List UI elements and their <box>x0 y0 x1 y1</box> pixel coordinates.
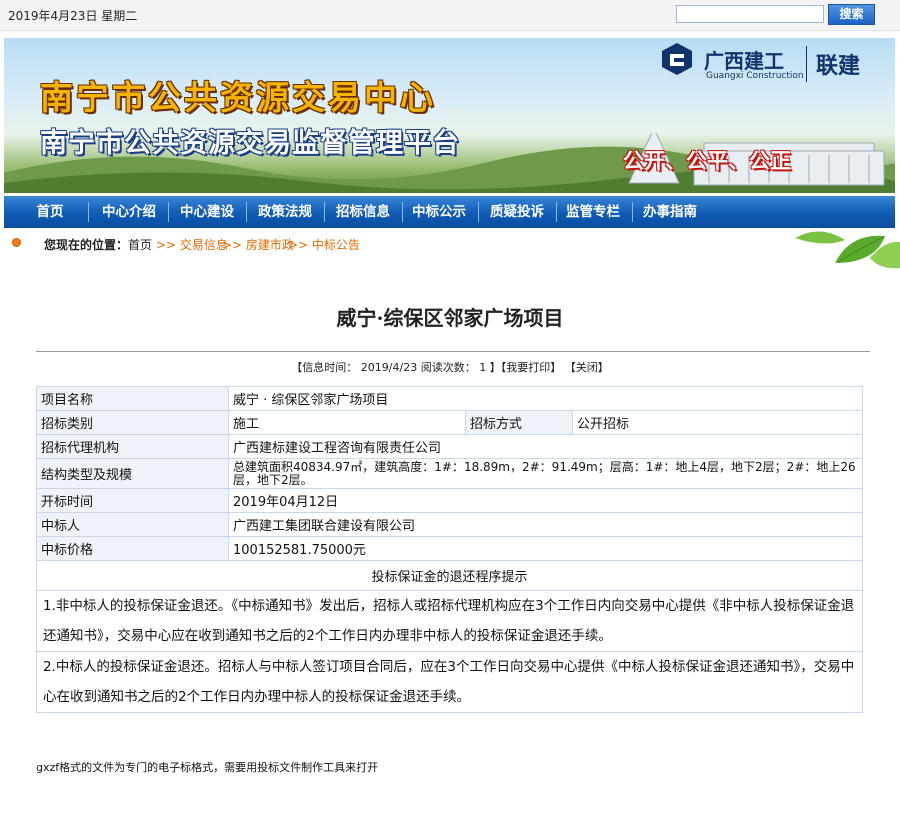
logo-text-lianjian: 联建 <box>816 54 861 79</box>
nav-separator <box>168 202 169 222</box>
breadcrumb-building[interactable]: >> 房建市政 <box>222 236 294 253</box>
cell-value: 公开招标 <box>572 410 863 435</box>
cell-value: 广西建工集团联合建设有限公司 <box>228 512 863 537</box>
footer-note: gxzf格式的文件为专门的电子标格式，需要用投标文件制作工具来打开 <box>36 761 379 774</box>
search-input[interactable] <box>676 5 824 23</box>
table-row: 投标保证金的退还程序提示 <box>36 560 863 591</box>
cell-label: 项目名称 <box>36 386 229 411</box>
logo-text-en: Guangxi Construction <box>706 71 804 81</box>
cell-label: 招标方式 <box>465 410 573 435</box>
breadcrumb-home[interactable]: 首页 <box>128 236 152 253</box>
cell-label: 中标人 <box>36 512 229 537</box>
table-row: 2.中标人的投标保证金退还。招标人与中标人签订项目合同后，应在3个工作日向交易中… <box>36 651 863 713</box>
bullet-icon <box>12 238 21 247</box>
nav-item-tender-info[interactable]: 招标信息 <box>326 196 400 228</box>
notice-item-2: 2.中标人的投标保证金退还。招标人与中标人签订项目合同后，应在3个工作日向交易中… <box>36 651 863 713</box>
leaves-decoration-icon <box>795 231 900 269</box>
table-row: 结构类型及规模 总建筑面积40834.97㎡，建筑高度：1#：18.89m，2#… <box>36 458 863 489</box>
table-row: 1.非中标人的投标保证金退还。《中标通知书》发出后，招标人或招标代理机构应在3个… <box>36 590 863 652</box>
meta-date: 2019/4/23 <box>360 361 418 374</box>
print-link[interactable]: 】【我要打印】 <box>490 361 562 374</box>
nav-item-supervision[interactable]: 监管专栏 <box>556 196 630 228</box>
cell-value: 威宁 · 综保区邻家广场项目 <box>228 386 863 411</box>
breadcrumb-award[interactable]: >> 中标公告 <box>288 236 360 253</box>
table-row: 招标代理机构 广西建标建设工程咨询有限责任公司 <box>36 434 863 459</box>
title-divider <box>36 351 870 352</box>
nav-item-home[interactable]: 首页 <box>20 196 80 228</box>
notice-item-1: 1.非中标人的投标保证金退还。《中标通知书》发出后，招标人或招标代理机构应在3个… <box>36 590 863 652</box>
search-button[interactable]: 搜索 <box>828 4 875 25</box>
table-row: 项目名称 威宁 · 综保区邻家广场项目 <box>36 386 863 411</box>
sponsor-logo: 广西建工 Guangxi Construction 联建 <box>660 42 872 92</box>
cell-value: 总建筑面积40834.97㎡，建筑高度：1#：18.89m，2#：91.49m；… <box>228 458 863 489</box>
nav-separator <box>478 202 479 222</box>
article-meta: 【信息时间： 2019/4/23 阅读次数： 1 】【我要打印】 【关闭】 <box>0 359 900 375</box>
meta-views: 1 <box>479 361 487 374</box>
nav-separator <box>88 202 89 222</box>
cell-label: 结构类型及规模 <box>36 458 229 489</box>
breadcrumb-label: 您现在的位置： <box>44 238 129 252</box>
banner-slogan: 公开、公平、公正 <box>623 149 791 173</box>
logo-text-cn: 广西建工 <box>704 49 784 73</box>
nav-item-award-notice[interactable]: 中标公示 <box>402 196 476 228</box>
breadcrumb-trade-info[interactable]: >> 交易信息 <box>156 236 228 253</box>
nav-item-policy[interactable]: 政策法规 <box>248 196 322 228</box>
top-bar: 2019年4月23日 星期二 搜索 <box>0 0 900 31</box>
article-title: 威宁·综保区邻家广场项目 <box>336 306 564 330</box>
notice-title: 投标保证金的退还程序提示 <box>36 560 863 591</box>
nav-separator <box>246 202 247 222</box>
nav-item-construction[interactable]: 中心建设 <box>170 196 244 228</box>
nav-item-complaints[interactable]: 质疑投诉 <box>480 196 554 228</box>
cell-label: 招标类别 <box>36 410 229 435</box>
cell-label: 开标时间 <box>36 488 229 513</box>
banner-title-main: 南宁市公共资源交易中心 <box>40 78 436 117</box>
nav-item-guide[interactable]: 办事指南 <box>632 196 708 228</box>
table-row: 中标人 广西建工集团联合建设有限公司 <box>36 512 863 537</box>
banner-title-sub: 南宁市公共资源交易监督管理平台 <box>40 128 460 159</box>
nav-item-about[interactable]: 中心介绍 <box>92 196 166 228</box>
breadcrumb: 您现在的位置： 首页 >> 交易信息 >> 房建市政 >> 中标公告 <box>0 233 900 253</box>
cell-value: 2019年04月12日 <box>228 488 863 513</box>
table-row: 招标类别 施工 招标方式 公开招标 <box>36 410 863 435</box>
main-nav: 首页 中心介绍 中心建设 政策法规 招标信息 中标公示 质疑投诉 监管专栏 办事… <box>4 196 895 228</box>
table-row: 中标价格 100152581.75000元 <box>36 536 863 561</box>
meta-views-label: 阅读次数： <box>420 361 476 374</box>
guangxi-construction-logo-icon <box>662 43 692 75</box>
nav-separator <box>324 202 325 222</box>
cell-value: 施工 <box>228 410 466 435</box>
cell-label: 中标价格 <box>36 536 229 561</box>
close-link[interactable]: 【关闭】 <box>565 361 609 374</box>
cell-value: 100152581.75000元 <box>228 536 863 561</box>
current-date: 2019年4月23日 星期二 <box>8 9 138 23</box>
meta-prefix: 【信息时间： <box>291 361 358 374</box>
project-info-table: 项目名称 威宁 · 综保区邻家广场项目 招标类别 施工 招标方式 公开招标 招标… <box>36 386 863 713</box>
cell-value: 广西建标建设工程咨询有限责任公司 <box>228 434 863 459</box>
table-row: 开标时间 2019年04月12日 <box>36 488 863 513</box>
logo-divider <box>806 46 807 82</box>
header-banner: 南宁市公共资源交易中心 南宁市公共资源交易监督管理平台 公开、公平、公正 广西建… <box>4 38 895 193</box>
cell-label: 招标代理机构 <box>36 434 229 459</box>
